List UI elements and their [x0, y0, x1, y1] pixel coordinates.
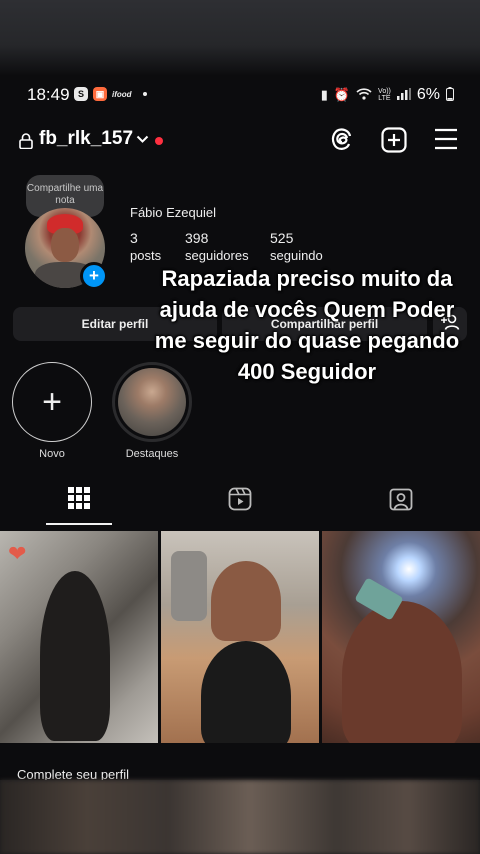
- battery-percent: 6%: [416, 86, 440, 103]
- lock-icon: [19, 133, 33, 154]
- posts-grid: ❤: [0, 531, 480, 743]
- battery-saver-icon: ▮: [320, 87, 328, 102]
- heart-sticker-icon: ❤: [8, 541, 27, 566]
- post-thumbnail[interactable]: [322, 531, 480, 743]
- posts-label: posts: [130, 248, 162, 263]
- add-story-plus-icon[interactable]: +: [80, 262, 108, 290]
- post-inset-photo: [171, 551, 207, 621]
- chevron-down-icon[interactable]: [136, 131, 149, 147]
- create-post-icon[interactable]: [381, 127, 407, 158]
- profile-full-name: Fábio Ezequiel: [130, 205, 216, 220]
- instagram-profile-screen: 18:49 S ▣ ifood ▮ ⏰ Vo)) LTE 6% fb_rlk_1…: [0, 75, 480, 780]
- avatar-face: [51, 228, 79, 262]
- profile-header: fb_rlk_157: [0, 123, 480, 159]
- post-face: [211, 561, 281, 641]
- shopee-icon: ▣: [93, 87, 107, 101]
- battery-icon: [446, 86, 454, 104]
- tab-tagged-icon[interactable]: [389, 487, 413, 516]
- followers-stat[interactable]: 398 seguidores: [185, 230, 249, 264]
- plus-icon: +: [12, 362, 92, 442]
- posts-count: 3: [130, 230, 138, 246]
- threads-icon[interactable]: [330, 127, 354, 158]
- status-bar: 18:49 S ▣ ifood ▮ ⏰ Vo)) LTE 6%: [0, 75, 480, 115]
- wifi-icon: [356, 87, 372, 103]
- posts-stat[interactable]: 3 posts: [130, 230, 161, 264]
- following-stat[interactable]: 525 seguindo: [270, 230, 323, 264]
- highlight-destaques-label: Destaques: [125, 448, 179, 460]
- volte-top: Vo)): [378, 88, 391, 95]
- complete-profile-heading: Complete seu perfil: [17, 767, 129, 780]
- blurred-background-bottom: [0, 780, 480, 854]
- caption-overlay-text: Rapaziada preciso muito da ajuda de você…: [154, 266, 460, 384]
- blurred-background-top: [0, 0, 480, 75]
- system-status-icons: ▮ ⏰ Vo)) LTE 6%: [321, 86, 454, 104]
- active-tab-underline: [46, 523, 112, 525]
- signal-icon: [396, 87, 411, 103]
- alarm-icon: ⏰: [333, 87, 351, 102]
- notification-icons: S ▣ ifood: [74, 87, 147, 101]
- status-time: 18:49: [27, 85, 70, 104]
- profile-content-tabs: [0, 475, 480, 527]
- menu-icon[interactable]: [434, 127, 458, 156]
- username-switcher[interactable]: fb_rlk_157: [39, 128, 133, 150]
- tab-reels-icon[interactable]: [228, 487, 252, 516]
- highlight-new[interactable]: + Novo: [12, 362, 92, 460]
- s-app-icon: S: [74, 87, 88, 101]
- volte-bottom: LTE: [378, 95, 391, 102]
- volte-indicator: Vo)) LTE: [378, 88, 391, 102]
- post-jersey: [201, 641, 291, 743]
- post-thumbnail[interactable]: [161, 531, 319, 743]
- followers-label: seguidores: [185, 248, 249, 263]
- notification-dot: [155, 137, 163, 145]
- more-notifications-dot: [142, 92, 147, 96]
- post-figure: [40, 571, 110, 741]
- highlight-new-label: Novo: [39, 448, 65, 460]
- tab-posts-grid-icon[interactable]: [68, 487, 90, 514]
- following-label: seguindo: [270, 248, 323, 263]
- following-count: 525: [270, 230, 294, 246]
- post-thumbnail[interactable]: ❤: [0, 531, 158, 743]
- post-figure: [342, 601, 462, 743]
- ifood-icon: ifood: [112, 89, 132, 99]
- followers-count: 398: [185, 230, 209, 246]
